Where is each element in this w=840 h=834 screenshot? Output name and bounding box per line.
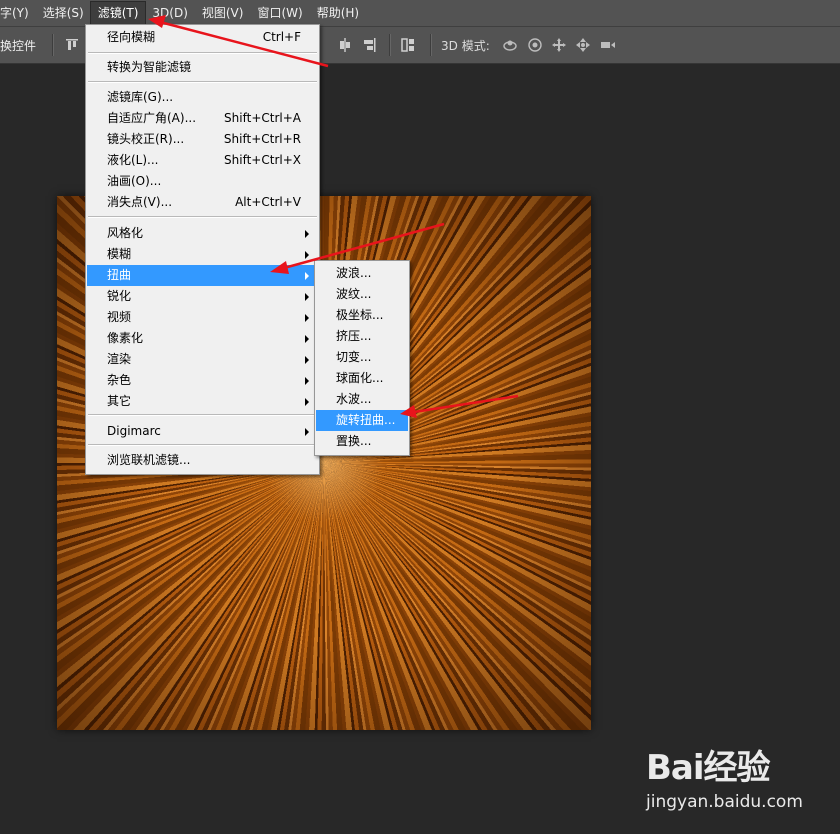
menu-type[interactable]: 字(Y) — [0, 2, 36, 24]
menu-item-other[interactable]: 其它 — [87, 391, 318, 412]
menu-item-render[interactable]: 渲染 — [87, 349, 318, 370]
watermark-site: jingyan.baidu.com — [646, 792, 803, 812]
menu-divider — [88, 216, 317, 218]
menu-select[interactable]: 选择(S) — [36, 2, 91, 24]
menu-item-vanishing-point[interactable]: 消失点(V)... Alt+Ctrl+V — [87, 192, 318, 213]
submenu-arrow-icon — [305, 428, 309, 436]
menu-item-filter-gallery[interactable]: 滤镜库(G)... — [87, 87, 318, 108]
submenu-item-pinch[interactable]: 挤压... — [316, 326, 408, 347]
3d-scale-icon[interactable] — [600, 37, 616, 53]
3d-slide-icon[interactable] — [575, 37, 591, 53]
submenu-item-wave[interactable]: 波浪... — [316, 263, 408, 284]
menu-item-radial-blur[interactable]: 径向模糊 Ctrl+F — [87, 27, 318, 48]
menu-help[interactable]: 帮助(H) — [310, 2, 366, 24]
watermark-logo: Bai经验 — [646, 748, 771, 788]
submenu-arrow-icon — [305, 314, 309, 322]
menu-item-adaptive-wide-angle[interactable]: 自适应广角(A)... Shift+Ctrl+A — [87, 108, 318, 129]
submenu-arrow-icon — [305, 293, 309, 301]
menu-divider — [88, 52, 317, 54]
menu-3d[interactable]: 3D(D) — [145, 2, 194, 24]
menu-item-liquify[interactable]: 液化(L)... Shift+Ctrl+X — [87, 150, 318, 171]
filter-menu: 径向模糊 Ctrl+F 转换为智能滤镜 滤镜库(G)... 自适应广角(A)...… — [85, 24, 320, 475]
submenu-item-ripple[interactable]: 波纹... — [316, 284, 408, 305]
menu-view[interactable]: 视图(V) — [195, 2, 251, 24]
menu-item-stylize[interactable]: 风格化 — [87, 223, 318, 244]
transform-controls-label[interactable]: 换控件 — [0, 37, 36, 54]
align-horizontal-center-icon[interactable] — [337, 37, 353, 53]
baidu-jingyan-watermark: Bai经验 jingyan.baidu.com — [646, 740, 836, 820]
submenu-item-shear[interactable]: 切变... — [316, 347, 408, 368]
3d-roll-icon[interactable] — [527, 37, 543, 53]
submenu-arrow-icon — [305, 230, 309, 238]
menu-item-oil-paint[interactable]: 油画(O)... — [87, 171, 318, 192]
submenu-arrow-icon — [305, 272, 309, 280]
menu-divider — [88, 444, 317, 446]
menu-item-lens-correction[interactable]: 镜头校正(R)... Shift+Ctrl+R — [87, 129, 318, 150]
menu-item-blur[interactable]: 模糊 — [87, 244, 318, 265]
menu-item-sharpen[interactable]: 锐化 — [87, 286, 318, 307]
3d-mode-label: 3D 模式: — [441, 39, 490, 53]
options-separator — [430, 34, 432, 56]
menu-filter[interactable]: 滤镜(T) — [89, 1, 147, 25]
submenu-arrow-icon — [305, 356, 309, 364]
submenu-arrow-icon — [305, 398, 309, 406]
menu-item-video[interactable]: 视频 — [87, 307, 318, 328]
menu-item-noise[interactable]: 杂色 — [87, 370, 318, 391]
menu-divider — [88, 414, 317, 416]
menu-window[interactable]: 窗口(W) — [250, 2, 309, 24]
menu-item-browse-online-filters[interactable]: 浏览联机滤镜... — [87, 450, 318, 471]
submenu-item-polar-coordinates[interactable]: 极坐标... — [316, 305, 408, 326]
submenu-item-displace[interactable]: 置换... — [316, 431, 408, 452]
menu-item-pixelate[interactable]: 像素化 — [87, 328, 318, 349]
menu-item-convert-smart-filters[interactable]: 转换为智能滤镜 — [87, 57, 318, 78]
menu-divider — [88, 81, 317, 83]
submenu-arrow-icon — [305, 377, 309, 385]
menu-item-digimarc[interactable]: Digimarc — [87, 421, 318, 442]
menu-bar: 字(Y) 选择(S) 滤镜(T) 3D(D) 视图(V) 窗口(W) 帮助(H) — [0, 0, 840, 27]
align-top-icon[interactable] — [64, 37, 80, 53]
submenu-arrow-icon — [305, 335, 309, 343]
submenu-item-zigzag[interactable]: 水波... — [316, 389, 408, 410]
options-separator — [389, 34, 391, 56]
3d-pan-icon[interactable] — [551, 37, 567, 53]
submenu-item-twirl[interactable]: 旋转扭曲... — [316, 410, 408, 431]
submenu-arrow-icon — [305, 251, 309, 259]
options-separator — [52, 34, 54, 56]
3d-rotate-icon[interactable] — [502, 37, 518, 53]
submenu-item-spherize[interactable]: 球面化... — [316, 368, 408, 389]
align-right-icon[interactable] — [361, 37, 377, 53]
menu-item-distort[interactable]: 扭曲 — [87, 265, 318, 286]
auto-align-icon[interactable] — [400, 37, 416, 53]
distort-submenu: 波浪... 波纹... 极坐标... 挤压... 切变... 球面化... 水波… — [314, 260, 410, 456]
